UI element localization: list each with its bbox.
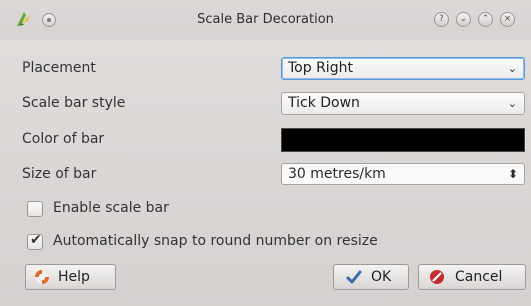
size-label: Size of bar bbox=[22, 166, 97, 182]
help-button-label: Help bbox=[58, 269, 90, 285]
chevron-down-icon: ⌄ bbox=[507, 97, 517, 110]
checkmark-icon: ✔ bbox=[30, 232, 42, 248]
placement-combo[interactable]: Top Right ⌄ bbox=[281, 57, 525, 80]
ok-button-label: OK bbox=[371, 269, 392, 285]
minimize-button[interactable]: ⌄ bbox=[456, 12, 471, 27]
style-value: Tick Down bbox=[288, 95, 360, 111]
checkmark-icon bbox=[346, 270, 362, 284]
scale-bar-dialog: Scale Bar Decoration ? ⌄ ⌃ × Placement T… bbox=[0, 0, 531, 306]
enable-checkbox[interactable] bbox=[27, 201, 43, 217]
snap-label: Automatically snap to round number on re… bbox=[53, 233, 378, 249]
color-label: Color of bar bbox=[22, 131, 105, 147]
color-picker-button[interactable] bbox=[281, 128, 525, 152]
cancel-button[interactable]: Cancel bbox=[418, 264, 526, 290]
window-title: Scale Bar Decoration bbox=[197, 12, 334, 27]
size-spinbox[interactable]: 30 metres/km ⬍ bbox=[281, 163, 525, 185]
chevron-down-icon: ⌄ bbox=[507, 62, 517, 75]
placement-value: Top Right bbox=[288, 60, 353, 76]
size-value: 30 metres/km bbox=[288, 166, 386, 182]
lifebuoy-icon bbox=[35, 270, 49, 284]
enable-label: Enable scale bar bbox=[53, 200, 169, 216]
placement-label: Placement bbox=[22, 60, 96, 76]
spin-arrows-icon[interactable]: ⬍ bbox=[508, 164, 518, 184]
cancel-button-label: Cancel bbox=[455, 269, 503, 285]
no-entry-icon bbox=[430, 270, 444, 284]
titlebar: Scale Bar Decoration ? ⌄ ⌃ × bbox=[0, 0, 531, 40]
help-button[interactable]: Help bbox=[25, 264, 116, 290]
snap-checkbox[interactable]: ✔ bbox=[27, 232, 43, 250]
style-label: Scale bar style bbox=[22, 95, 126, 111]
close-button[interactable]: × bbox=[500, 12, 515, 27]
help-title-button[interactable]: ? bbox=[434, 12, 449, 27]
style-combo[interactable]: Tick Down ⌄ bbox=[281, 92, 525, 115]
ok-button[interactable]: OK bbox=[333, 264, 409, 290]
maximize-button[interactable]: ⌃ bbox=[478, 12, 493, 27]
